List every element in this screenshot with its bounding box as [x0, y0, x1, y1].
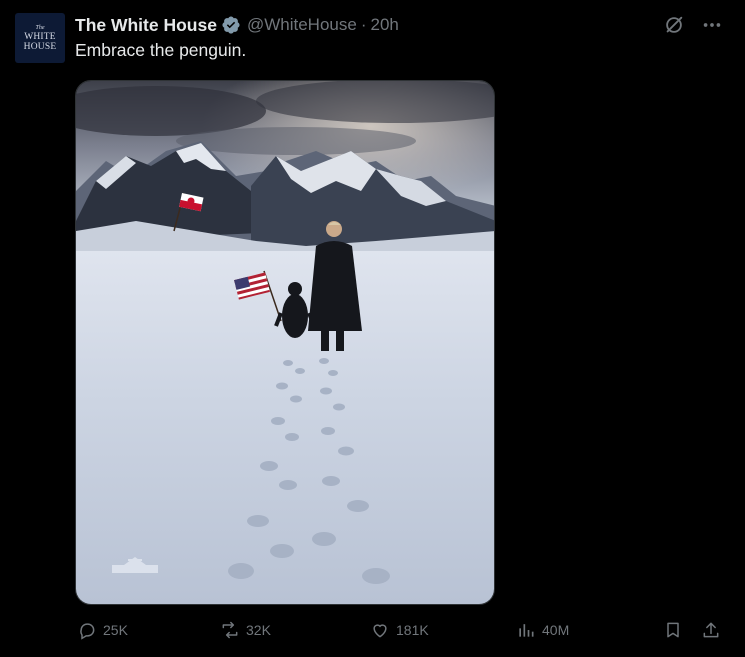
views-icon: [519, 624, 534, 637]
verified-badge-icon[interactable]: [221, 15, 241, 35]
share-icon: [703, 622, 719, 638]
views-count: 40M: [542, 622, 570, 638]
avatar-text-white: WHITE: [24, 31, 56, 42]
tweet[interactable]: The WHITE HOUSE The White House @WhiteHo…: [0, 0, 745, 657]
action-bar: 25K 32K 181K 40M: [0, 620, 745, 646]
handle[interactable]: @WhiteHouse: [247, 15, 357, 35]
display-name[interactable]: The White House: [75, 15, 217, 36]
bookmark-icon: [667, 622, 679, 638]
reply-count: 25K: [103, 622, 128, 638]
top-actions: [663, 14, 723, 36]
like-icon: [373, 624, 387, 638]
bookmark-button[interactable]: [663, 620, 683, 640]
reply-button[interactable]: 25K: [77, 620, 128, 640]
avatar-text-the: The: [35, 24, 45, 31]
more-icon[interactable]: [701, 14, 723, 36]
views-button[interactable]: 40M: [516, 620, 569, 640]
grok-icon[interactable]: [663, 14, 685, 36]
like-button[interactable]: 181K: [370, 620, 429, 640]
separator: ·: [360, 15, 367, 34]
tweet-text: Embrace the penguin.: [75, 40, 247, 60]
like-count: 181K: [396, 622, 429, 638]
image-scene: [76, 81, 494, 604]
share-button[interactable]: [701, 620, 721, 640]
reply-icon: [80, 623, 95, 640]
avatar-text-house: HOUSE: [23, 41, 57, 52]
repost-button[interactable]: 32K: [220, 620, 271, 640]
tweet-image[interactable]: [75, 80, 495, 605]
repost-icon: [222, 621, 238, 639]
repost-count: 32K: [246, 622, 271, 638]
tweet-header: The White House @WhiteHouse · 20h: [75, 12, 399, 38]
timestamp[interactable]: 20h: [370, 15, 398, 35]
avatar[interactable]: The WHITE HOUSE: [15, 13, 65, 63]
